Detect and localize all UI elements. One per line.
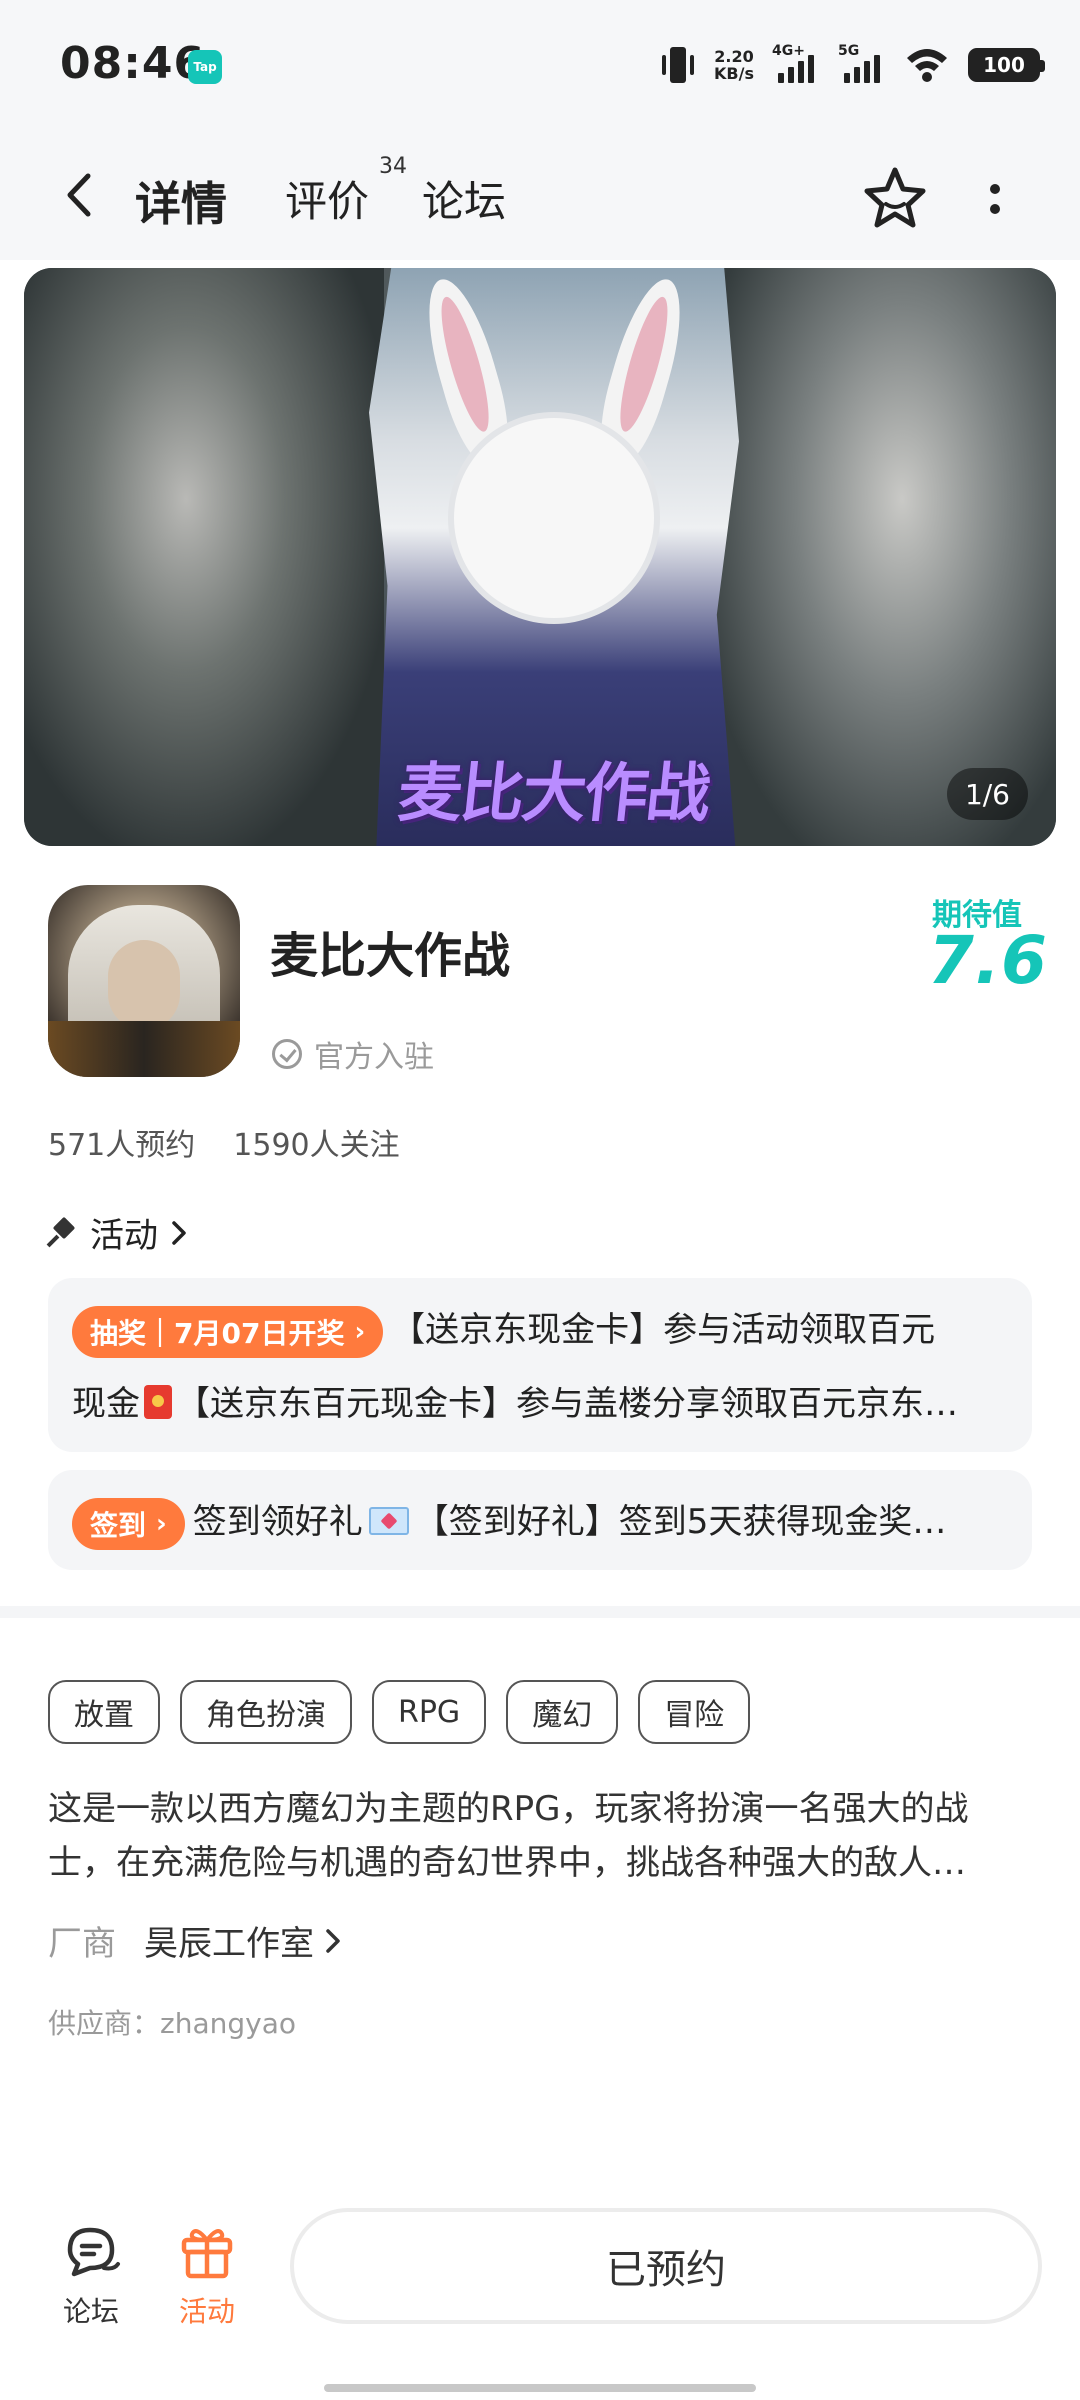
status-bar: 08:46 Tap 2.20 KB/s 4G+ 5G 100	[0, 0, 1080, 130]
battery-icon: 100	[968, 48, 1045, 82]
banner-page-indicator: 1/6	[946, 768, 1028, 820]
checkin-badge[interactable]: 签到 ›	[72, 1497, 185, 1550]
checkin-card-text-prefix: 签到领好礼	[192, 1502, 363, 1542]
checkin-badge-label: 签到	[90, 1508, 147, 1542]
game-app-icon	[48, 885, 240, 1077]
expectation-score: 7.6	[928, 922, 1048, 999]
checkin-card-text: 【签到好礼】签到5天获得现金奖…	[414, 1502, 947, 1542]
chevron-right-icon: ›	[156, 1508, 167, 1539]
status-time: 08:46	[60, 38, 206, 89]
bottom-action-bar: 论坛 活动 已预约	[0, 2180, 1080, 2400]
rabbit-face	[454, 418, 654, 618]
vendor-row[interactable]: 厂商 昊辰工作室	[48, 1916, 342, 1965]
love-letter-icon	[368, 1507, 409, 1535]
official-verified: 官方入驻	[272, 1032, 434, 1076]
favorite-star-icon[interactable]	[860, 164, 930, 234]
status-icons: 2.20 KB/s 4G+ 5G 100	[660, 40, 1045, 90]
more-options-icon[interactable]	[984, 170, 1008, 230]
home-indicator[interactable]	[324, 2384, 756, 2392]
top-navigation: 详情 评价 34 论坛	[0, 130, 1080, 260]
signal-5g-label: 5G	[838, 43, 860, 59]
follower-count: 1590人关注	[233, 1128, 400, 1163]
battery-level: 100	[983, 53, 1025, 77]
supplier-info: 供应商：zhangyao	[48, 2007, 296, 2040]
description-line: 士，在充满危险与机遇的奇幻世界中，挑战各种强大的敌人…	[48, 1843, 966, 1883]
taptap-notification-icon: Tap	[188, 50, 222, 84]
check-circle-icon	[272, 1039, 302, 1069]
banner-game-logo: 麦比大作战	[394, 757, 713, 831]
vendor-name: 昊辰工作室	[144, 1924, 314, 1964]
tag-fantasy[interactable]: 魔幻	[506, 1680, 619, 1744]
game-title: 麦比大作战	[270, 928, 511, 984]
back-arrow-icon[interactable]	[58, 170, 102, 220]
lottery-card-text2: 【送京东百元现金卡】参与盖楼分享领取百元京东…	[176, 1384, 958, 1424]
tab-detail-label: 详情	[135, 177, 227, 231]
signal-4g-label: 4G+	[772, 43, 805, 59]
chevron-right-icon	[326, 1928, 340, 1953]
network-speed-value: 2.20	[714, 47, 754, 66]
tag-idle[interactable]: 放置	[48, 1680, 160, 1744]
lottery-card-text1: 【送京东现金卡】参与活动领取百元	[391, 1310, 936, 1350]
tab-detail[interactable]: 详情	[131, 168, 235, 234]
checkin-card-line: 签到 › 签到领好礼 【签到好礼】签到5天获得现金奖…	[72, 1494, 1012, 1550]
vibrate-icon	[660, 45, 696, 85]
tab-forum[interactable]: 论坛	[422, 168, 506, 229]
pin-icon	[46, 1216, 78, 1248]
lottery-card-line2: 现金 【送京东百元现金卡】参与盖楼分享领取百元京东…	[72, 1376, 1012, 1425]
lottery-activity-card[interactable]: 抽奖｜7月07日开奖 › 【送京东现金卡】参与活动领取百元 现金 【送京东百元现金卡】…	[48, 1278, 1032, 1452]
banner-character-right	[714, 268, 1056, 846]
banner-character-left	[24, 268, 384, 846]
activity-header-label: 活动	[90, 1216, 158, 1256]
tab-forum-label: 论坛	[422, 177, 507, 226]
forum-chat-icon	[67, 2227, 120, 2277]
game-description[interactable]: 这是一款以西方魔幻为主题的RPG，玩家将扮演一名强大的战 士，在充满危险与机遇的…	[48, 1782, 1028, 1890]
tab-review[interactable]: 评价 34	[285, 154, 407, 229]
activity-header[interactable]: 活动	[46, 1208, 188, 1257]
red-envelope-icon	[144, 1385, 172, 1419]
wifi-icon	[907, 49, 947, 82]
checkin-activity-card[interactable]: 签到 › 签到领好礼 【签到好礼】签到5天获得现金奖…	[48, 1470, 1032, 1570]
lottery-card-text2-prefix: 现金	[72, 1384, 140, 1424]
reserved-button[interactable]: 已预约	[290, 2208, 1042, 2324]
description-line: 这是一款以西方魔幻为主题的RPG，玩家将扮演一名强大的战	[48, 1789, 969, 1829]
bottom-forum-button[interactable]: 论坛	[46, 2220, 136, 2330]
chevron-right-icon	[172, 1220, 186, 1245]
signal-5g-icon: 5G	[838, 43, 886, 85]
review-count: 34	[379, 154, 408, 179]
tab-review-label: 评价	[285, 177, 370, 226]
tag-adventure[interactable]: 冒险	[638, 1680, 751, 1744]
game-stats: 571人预约 1590人关注	[48, 1120, 400, 1164]
bottom-forum-label: 论坛	[62, 2295, 119, 2328]
vendor-label: 厂商	[48, 1924, 116, 1964]
official-verified-label: 官方入驻	[314, 1040, 434, 1075]
tag-rpg[interactable]: RPG	[372, 1680, 487, 1744]
bottom-activity-label: 活动	[178, 2295, 235, 2328]
signal-4g-icon: 4G+	[772, 43, 820, 85]
lottery-badge-label: 抽奖｜7月07日开奖	[90, 1316, 345, 1350]
genre-tags: 放置 角色扮演 RPG 魔幻 冒险	[48, 1680, 751, 1744]
network-speed-unit: KB/s	[714, 64, 754, 83]
banner-carousel[interactable]: 麦比大作战 1/6	[24, 268, 1056, 846]
reservation-count: 571人预约	[48, 1128, 196, 1163]
lottery-card-line1: 抽奖｜7月07日开奖 › 【送京东现金卡】参与活动领取百元	[72, 1302, 1012, 1358]
gift-icon	[181, 2229, 233, 2279]
section-divider	[0, 1606, 1080, 1618]
tag-role-playing[interactable]: 角色扮演	[180, 1680, 352, 1744]
bottom-activity-button[interactable]: 活动	[162, 2220, 252, 2330]
chevron-right-icon: ›	[354, 1316, 366, 1347]
lottery-badge[interactable]: 抽奖｜7月07日开奖 ›	[72, 1305, 384, 1358]
network-speed: 2.20 KB/s	[714, 48, 754, 82]
